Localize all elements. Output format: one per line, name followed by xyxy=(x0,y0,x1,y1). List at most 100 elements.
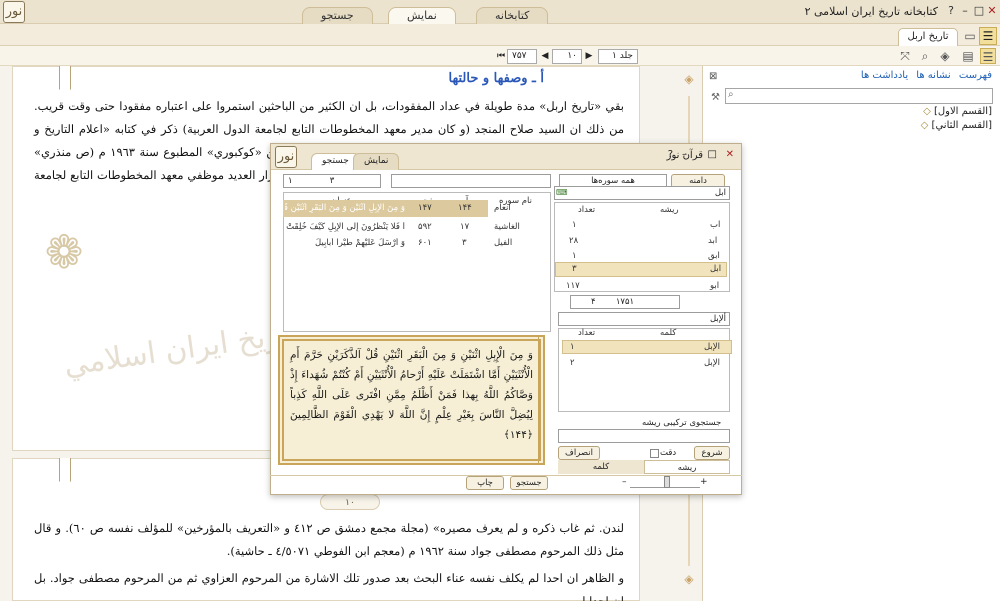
col-word: کلمه xyxy=(660,328,677,338)
zoom-handle[interactable] xyxy=(664,476,670,488)
pager-total: ۱ xyxy=(288,176,293,186)
zoom-in-icon[interactable]: + xyxy=(700,477,708,487)
bookmarks-icon[interactable]: ▤ xyxy=(960,48,976,64)
root-item[interactable]: ابق xyxy=(708,251,720,261)
body-paragraph: لندن. ثم غاب ذكره و لم يعرف مصيره» (مجلة… xyxy=(34,521,624,558)
list-icon[interactable]: ☰ xyxy=(980,48,996,64)
ornament-icon: ◈ xyxy=(684,72,694,86)
tab-contents[interactable]: فهرست xyxy=(959,70,992,81)
tree-item[interactable]: [القسم الاول] ◇ xyxy=(923,106,992,117)
print-button[interactable]: چاپ xyxy=(466,476,504,490)
cell-title: وَ أَرْسَلَ عَلَيْهِمْ طَيْراً أَبابِيلَ xyxy=(314,238,405,248)
tab-bookmarks[interactable]: نشانه ها xyxy=(916,70,950,81)
col-count: تعداد xyxy=(578,205,596,215)
verse-text: وَ مِنَ الْإِبِلِ اثْنَيْنِ وَ مِنَ الْب… xyxy=(290,349,533,441)
cell-aya: ۱۴۴ xyxy=(458,203,472,213)
node-icon: ◇ xyxy=(920,120,929,131)
cell-page: ۱۴۷ xyxy=(418,203,432,213)
expand-icon[interactable]: ⤧ xyxy=(897,48,913,64)
panel-tabs: فهرست نشانه ها يادداشت ها xyxy=(856,70,992,81)
prev-page-icon[interactable]: ◀ xyxy=(538,49,552,64)
cell-title: وَ مِنَ الْإِبِلِ اثْنَيْنِ وَ مِنَ الْب… xyxy=(285,203,405,213)
dialog-tab-display[interactable]: نمایش xyxy=(353,153,400,170)
cell-title: أَ فَلا يَنْظُرُونَ إِلَى الْإِبِلِ كَيْ… xyxy=(286,222,405,232)
root-count: ۲۸ xyxy=(569,236,579,246)
verse-display: وَ مِنَ الْإِبِلِ اثْنَيْنِ وَ مِنَ الْب… xyxy=(278,335,545,465)
tab-notes[interactable]: يادداشت ها xyxy=(861,70,908,81)
book-tab[interactable]: تاریخ اربل xyxy=(898,28,958,46)
root-count: ۳ xyxy=(572,264,577,274)
result-pager[interactable]: ۱ ۳ xyxy=(283,174,381,188)
page-input[interactable]: ۱۰ xyxy=(552,49,582,64)
first-page-icon[interactable]: ⏮ xyxy=(494,49,508,64)
minimize-icon[interactable]: – xyxy=(958,4,972,18)
tree-item-label: [القسم الثاني] xyxy=(931,120,992,131)
app-logo: نور xyxy=(3,1,25,23)
divider xyxy=(270,475,742,476)
col-root: ریشه xyxy=(660,205,679,215)
dialog-titlebar: نور جستجو نمایش قرآن نور ? – □ ✕ xyxy=(271,144,741,170)
search-button[interactable]: جستجو xyxy=(510,476,548,490)
bottom-tab-word[interactable]: کلمه xyxy=(558,460,644,474)
tab-library[interactable]: کتابخانه xyxy=(476,7,549,25)
word-input[interactable]: ألإبل xyxy=(558,312,730,326)
section-heading: أ ـ وصفها و حالتها xyxy=(448,71,544,86)
dialog-logo: نور xyxy=(275,146,297,168)
help-icon[interactable]: ? xyxy=(668,149,673,160)
close-icon[interactable]: ✕ xyxy=(726,149,734,160)
cancel-button[interactable]: انصراف xyxy=(558,446,600,460)
layers-icon[interactable]: ◈ xyxy=(937,48,953,64)
precise-label: دقت xyxy=(660,448,677,458)
search-icon[interactable]: ⌕ xyxy=(917,48,933,64)
verse-ornament xyxy=(538,335,550,465)
close-icon[interactable]: ⊠ xyxy=(709,71,721,83)
panel-toggle-icon[interactable]: ▭ xyxy=(962,28,978,44)
combined-search-label: جستجوی ترکیبی ریشه xyxy=(642,418,722,428)
bottom-tab-root[interactable]: ریشه xyxy=(644,460,730,474)
tools-icon[interactable]: ⚒ xyxy=(711,92,723,104)
root-count: ۱۱۷ xyxy=(566,281,580,291)
window-title: کتابخانه تاریخ ایران اسلامی ۲ xyxy=(804,5,938,18)
root-input[interactable]: ابل xyxy=(554,186,730,200)
tab-search[interactable]: جستجو xyxy=(302,7,373,25)
root-index: ۴ ۱۷۵۱ xyxy=(570,295,680,309)
root-item[interactable]: ابد xyxy=(708,236,717,246)
close-icon[interactable]: ✕ xyxy=(985,4,999,18)
precise-checkbox[interactable] xyxy=(650,449,659,458)
combined-search-input[interactable] xyxy=(558,429,730,443)
minimize-icon[interactable]: – xyxy=(682,149,687,160)
col-count: تعداد xyxy=(578,328,596,338)
search-icon: ⌕ xyxy=(728,89,734,100)
root-item[interactable]: ابو xyxy=(710,281,719,291)
page-number: ۱۰ xyxy=(320,494,380,510)
tree-item-label: [القسم الاول] xyxy=(933,106,992,117)
maximize-icon[interactable]: □ xyxy=(708,149,717,160)
maximize-icon[interactable]: □ xyxy=(972,4,986,18)
root-total: ۴ xyxy=(591,297,596,307)
zoom-out-icon[interactable]: – xyxy=(622,477,627,487)
navigation-bar: ⏮ ۷۵۷ ◀ ۱۰ ▶ جلد ۱ ⤧ ⌕ ◈ ▤ ☰ xyxy=(0,46,1000,66)
ornament-icon: ◈ xyxy=(684,572,694,586)
help-icon[interactable]: ? xyxy=(944,4,958,18)
root-row-selected[interactable] xyxy=(555,262,727,277)
result-filter[interactable] xyxy=(391,174,551,188)
search-input[interactable]: ⌕ xyxy=(725,88,993,104)
word-item[interactable]: الإبل xyxy=(704,358,720,368)
side-panel: ⊠ فهرست نشانه ها يادداشت ها ⚒ ⌕ [القسم ا… xyxy=(702,66,1000,601)
cell-page: ۵۹۲ xyxy=(418,222,432,232)
word-count: ۲ xyxy=(570,358,575,368)
total-pages: ۷۵۷ xyxy=(507,49,537,64)
start-button[interactable]: شروع xyxy=(694,446,730,460)
word-item[interactable]: الإبل xyxy=(704,342,720,352)
body-paragraph: و الظاهر ان احدا لم يكلف نفسه عناء البحث… xyxy=(34,571,624,601)
word-count: ۱ xyxy=(570,342,575,352)
next-page-icon[interactable]: ▶ xyxy=(582,49,596,64)
root-item[interactable]: ابل xyxy=(710,264,721,274)
menu-icon[interactable]: ☰ xyxy=(979,27,997,45)
tree-item[interactable]: [القسم الثاني] ◇ xyxy=(921,120,992,131)
root-count: ۱ xyxy=(572,220,577,230)
root-item[interactable]: اب xyxy=(710,220,720,230)
main-tabs: کتابخانه نمایش جستجو xyxy=(290,7,570,26)
volume-select[interactable]: جلد ۱ xyxy=(598,49,638,64)
keyboard-icon[interactable]: ⌨ xyxy=(556,188,570,199)
